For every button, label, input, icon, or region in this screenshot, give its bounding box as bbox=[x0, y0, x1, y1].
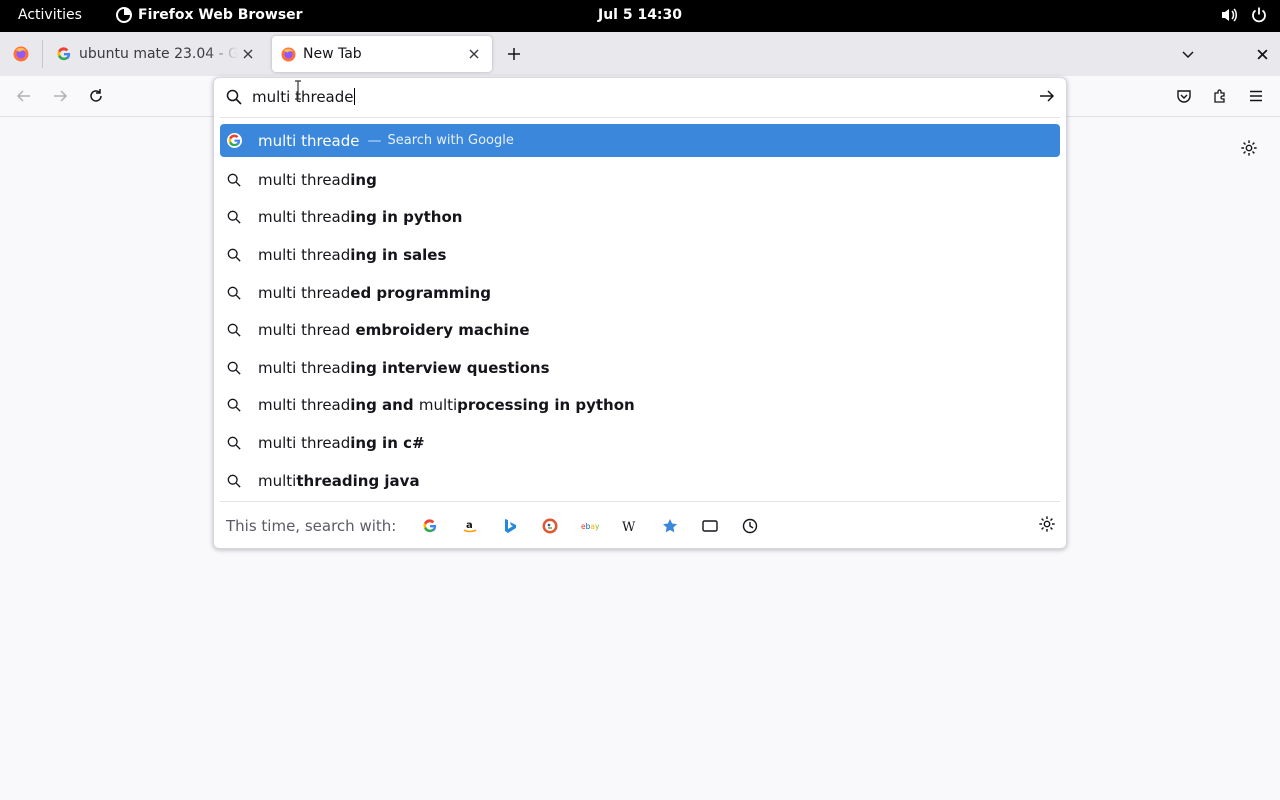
suggestion-list: multi threade — Search with Google multi… bbox=[220, 124, 1060, 499]
suggestion-text-completion: embroidery machine bbox=[350, 321, 530, 340]
suggestion-text-prefix: multi thread bbox=[258, 396, 351, 415]
oneoff-engines: a ebay W bbox=[418, 514, 762, 538]
tab-title: New Tab bbox=[303, 46, 362, 62]
search-icon bbox=[226, 172, 242, 188]
suggestion-separator: — bbox=[367, 132, 382, 149]
suggestion-text-completion: ing in c# bbox=[350, 433, 425, 452]
suggestion-row[interactable]: multi thread ing in sales bbox=[220, 236, 1060, 274]
suggestion-row[interactable]: multi thread ing and multi processing in p… bbox=[220, 387, 1060, 425]
search-icon bbox=[226, 435, 242, 451]
close-tab-icon[interactable] bbox=[238, 44, 258, 64]
suggestion-row[interactable]: multi thread ing interview questions bbox=[220, 349, 1060, 387]
suggestion-text-completion: ing in sales bbox=[350, 245, 447, 264]
search-icon bbox=[226, 247, 242, 263]
activities-button[interactable]: Activities bbox=[18, 7, 82, 23]
wikipedia-icon[interactable]: W bbox=[618, 514, 642, 538]
extensions-puzzle-icon[interactable] bbox=[1208, 84, 1232, 108]
search-icon bbox=[226, 397, 242, 413]
list-all-tabs-chevron-down-icon[interactable] bbox=[1176, 42, 1200, 66]
system-top-bar: Activities Firefox Web Browser Jul 5 14:… bbox=[0, 0, 1280, 32]
firefox-app-icon bbox=[116, 7, 132, 23]
urlbar-divider bbox=[220, 117, 1060, 118]
amazon-icon[interactable]: a bbox=[458, 514, 482, 538]
pocket-icon[interactable] bbox=[1172, 84, 1196, 108]
ebay-icon[interactable]: ebay bbox=[578, 514, 602, 538]
firefox-view-button[interactable] bbox=[0, 32, 42, 76]
urlbar-input[interactable]: multi threade bbox=[214, 78, 1066, 116]
suggestion-text-prefix: multi thread bbox=[258, 283, 351, 302]
close-tab-icon[interactable] bbox=[464, 44, 484, 64]
suggestion-action: Search with Google bbox=[387, 133, 514, 148]
volume-icon[interactable] bbox=[1220, 6, 1238, 24]
new-tab-plus-icon[interactable] bbox=[502, 42, 526, 66]
newtab-settings-gear-icon[interactable] bbox=[1238, 137, 1260, 159]
svg-text:a: a bbox=[466, 520, 473, 531]
google-icon[interactable] bbox=[418, 514, 442, 538]
search-icon bbox=[226, 322, 242, 338]
oneoff-divider bbox=[220, 501, 1060, 502]
reload-icon[interactable] bbox=[84, 84, 108, 108]
suggestion-text-completion: threading java bbox=[296, 471, 420, 490]
suggestion-row[interactable]: multi thread ing bbox=[220, 161, 1060, 199]
suggestion-text: multi threade bbox=[258, 131, 360, 150]
suggestion-text-completion: ed programming bbox=[350, 283, 491, 302]
suggestion-text-prefix: multi thread bbox=[258, 433, 351, 452]
system-tray[interactable] bbox=[1220, 6, 1268, 24]
tab-google-search[interactable]: ubuntu mate 23.04 - Google Search bbox=[48, 36, 266, 72]
suggestion-text-match: multi bbox=[418, 396, 458, 415]
google-g-icon bbox=[56, 46, 72, 62]
suggestion-text-completion: ing bbox=[350, 170, 377, 189]
suggestion-text-completion: ing and bbox=[350, 396, 419, 415]
tabs-icon[interactable] bbox=[698, 514, 722, 538]
suggestion-heuristic-row[interactable]: multi threade — Search with Google bbox=[220, 124, 1060, 157]
suggestion-text-prefix: multi thread bbox=[258, 170, 351, 189]
suggestion-text-completion-2: processing in python bbox=[457, 396, 635, 415]
search-icon bbox=[226, 209, 242, 225]
svg-text:W: W bbox=[622, 520, 636, 533]
bing-icon[interactable] bbox=[498, 514, 522, 538]
text-cursor-icon bbox=[295, 80, 301, 100]
firefox-icon bbox=[280, 46, 296, 62]
search-icon bbox=[226, 285, 242, 301]
firefox-icon bbox=[13, 46, 29, 62]
search-icon bbox=[226, 89, 242, 105]
go-arrow-icon[interactable] bbox=[1038, 87, 1056, 105]
back-arrow-icon[interactable] bbox=[12, 84, 36, 108]
power-icon[interactable] bbox=[1250, 6, 1268, 24]
search-settings-gear-icon[interactable] bbox=[1038, 515, 1056, 537]
suggestion-text-prefix: multi thread bbox=[258, 358, 351, 377]
suggestion-row[interactable]: multi thread ing in c# bbox=[220, 424, 1060, 462]
app-name: Firefox Web Browser bbox=[138, 7, 303, 23]
oneoff-label: This time, search with: bbox=[226, 517, 397, 535]
urlbar-popup: multi threade multi threade — Search wit… bbox=[213, 77, 1067, 549]
history-clock-icon[interactable] bbox=[738, 514, 762, 538]
google-icon bbox=[226, 133, 242, 149]
duckduckgo-icon[interactable] bbox=[538, 514, 562, 538]
tab-separator bbox=[42, 40, 43, 68]
suggestion-text-prefix: multi thread bbox=[258, 208, 351, 227]
hamburger-menu-icon[interactable] bbox=[1244, 84, 1268, 108]
suggestion-text-completion: ing interview questions bbox=[350, 358, 550, 377]
tab-strip: ubuntu mate 23.04 - Google Search New Ta… bbox=[0, 32, 1280, 76]
window-close-icon[interactable] bbox=[1250, 42, 1274, 66]
suggestion-text-prefix: multi thread bbox=[258, 321, 351, 340]
suggestion-row[interactable]: multi thread ing in python bbox=[220, 199, 1060, 237]
suggestion-text-prefix: multi thread bbox=[258, 245, 351, 264]
bookmarks-star-icon[interactable] bbox=[658, 514, 682, 538]
search-icon bbox=[226, 473, 242, 489]
urlbar-text[interactable]: multi threade bbox=[252, 88, 355, 106]
svg-text:ebay: ebay bbox=[581, 522, 599, 531]
tab-new-tab[interactable]: New Tab bbox=[272, 36, 492, 72]
suggestion-text-prefix: multi bbox=[258, 471, 297, 490]
oneoff-search-bar: This time, search with: a ebay W bbox=[226, 514, 762, 538]
suggestion-row[interactable]: multi threading java bbox=[220, 462, 1060, 500]
suggestion-text-completion: ing in python bbox=[350, 208, 463, 227]
forward-arrow-icon[interactable] bbox=[48, 84, 72, 108]
suggestion-row[interactable]: multi thread ed programming bbox=[220, 274, 1060, 312]
app-menu[interactable]: Firefox Web Browser bbox=[116, 7, 303, 23]
search-icon bbox=[226, 360, 242, 376]
tab-title: ubuntu mate 23.04 - Google Search bbox=[79, 46, 238, 62]
suggestion-row[interactable]: multi thread embroidery machine bbox=[220, 311, 1060, 349]
